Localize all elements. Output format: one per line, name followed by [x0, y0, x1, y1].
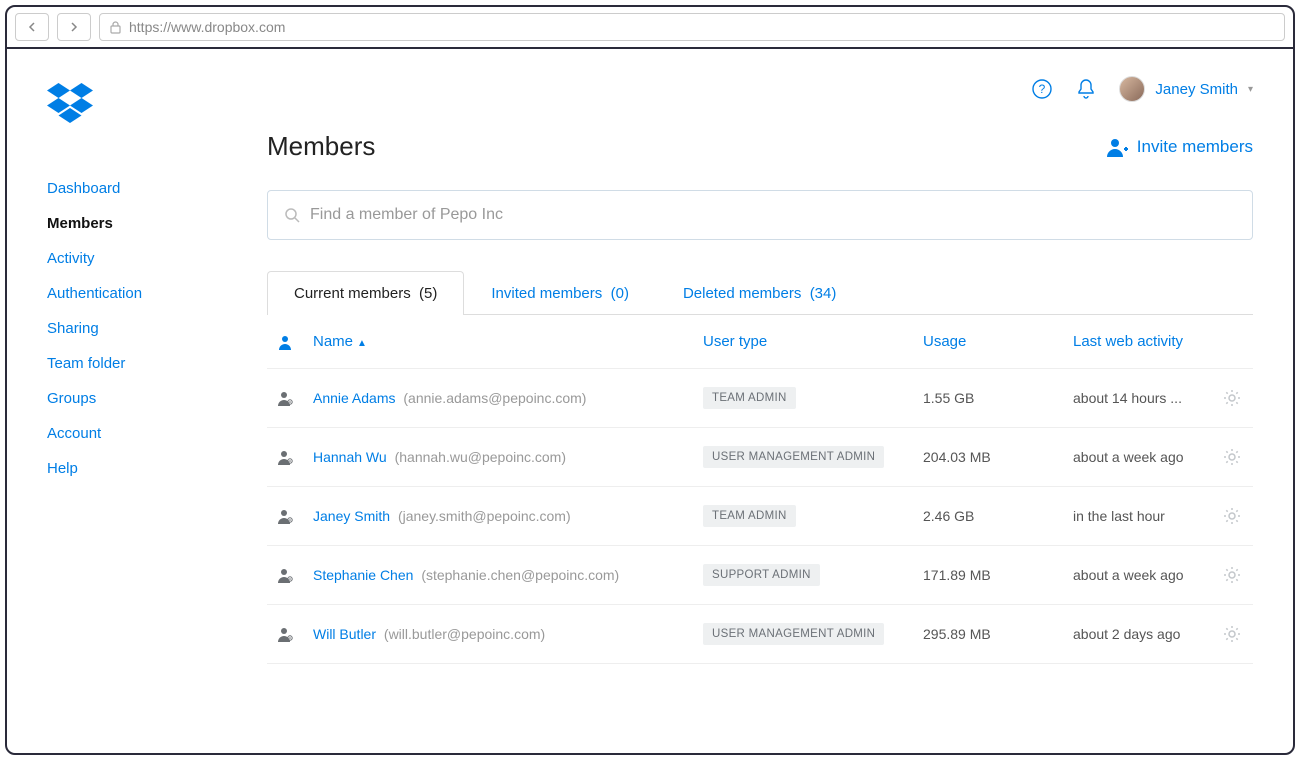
- table-row: Annie Adams (annie.adams@pepoinc.com) TEA…: [267, 369, 1253, 428]
- last-activity-value: about a week ago: [1073, 567, 1184, 583]
- column-header-last-activity[interactable]: Last web activity: [1063, 315, 1213, 369]
- user-type-badge: SUPPORT ADMIN: [703, 564, 820, 586]
- column-header-person-icon[interactable]: [267, 315, 303, 369]
- member-email: (annie.adams@pepoinc.com): [403, 390, 586, 406]
- person-admin-icon: [277, 626, 293, 642]
- user-name: Janey Smith: [1155, 81, 1238, 98]
- usage-value: 204.03 MB: [923, 449, 991, 465]
- sidebar-item-dashboard[interactable]: Dashboard: [47, 171, 227, 206]
- usage-value: 2.46 GB: [923, 508, 974, 524]
- browser-back-button[interactable]: [15, 13, 49, 41]
- member-name-link[interactable]: Stephanie Chen: [313, 567, 413, 583]
- member-email: (stephanie.chen@pepoinc.com): [421, 567, 619, 583]
- user-type-badge: USER MANAGEMENT ADMIN: [703, 623, 884, 645]
- search-box[interactable]: [267, 190, 1253, 240]
- member-email: (will.butler@pepoinc.com): [384, 626, 545, 642]
- last-activity-value: in the last hour: [1073, 508, 1165, 524]
- column-header-usage[interactable]: Usage: [913, 315, 1063, 369]
- sidebar: Dashboard Members Activity Authenticatio…: [7, 49, 227, 753]
- invite-members-label: Invite members: [1137, 137, 1253, 157]
- help-icon[interactable]: ?: [1031, 78, 1053, 100]
- person-plus-icon: [1107, 137, 1129, 157]
- member-name-link[interactable]: Hannah Wu: [313, 449, 387, 465]
- table-row: Will Butler (will.butler@pepoinc.com) USE…: [267, 605, 1253, 664]
- tab-count: (34): [810, 285, 837, 302]
- lock-icon: [110, 21, 121, 34]
- sidebar-item-authentication[interactable]: Authentication: [47, 276, 227, 311]
- browser-toolbar: https://www.dropbox.com: [7, 7, 1293, 49]
- member-name-link[interactable]: Will Butler: [313, 626, 376, 642]
- bell-icon[interactable]: [1075, 78, 1097, 100]
- last-activity-value: about 2 days ago: [1073, 626, 1180, 642]
- sidebar-item-account[interactable]: Account: [47, 416, 227, 451]
- gear-icon[interactable]: [1223, 625, 1243, 643]
- search-icon: [284, 207, 300, 223]
- dropbox-logo-icon[interactable]: [47, 83, 227, 123]
- person-admin-icon: [277, 449, 293, 465]
- sidebar-item-sharing[interactable]: Sharing: [47, 311, 227, 346]
- members-table: Name▲ User type Usage Last web activity …: [267, 315, 1253, 664]
- member-name-link[interactable]: Annie Adams: [313, 390, 396, 406]
- avatar: [1119, 76, 1145, 102]
- browser-forward-button[interactable]: [57, 13, 91, 41]
- column-header-name[interactable]: Name▲: [303, 315, 693, 369]
- sidebar-item-activity[interactable]: Activity: [47, 241, 227, 276]
- tab-invited-members[interactable]: Invited members (0): [464, 271, 656, 315]
- gear-icon[interactable]: [1223, 389, 1243, 407]
- invite-members-button[interactable]: Invite members: [1107, 137, 1253, 157]
- browser-url-text: https://www.dropbox.com: [129, 19, 285, 35]
- user-menu[interactable]: Janey Smith ▾: [1119, 76, 1253, 102]
- browser-url-bar[interactable]: https://www.dropbox.com: [99, 13, 1285, 41]
- tab-count: (0): [611, 285, 629, 302]
- page-title: Members: [267, 131, 375, 162]
- tab-label: Deleted members: [683, 285, 801, 302]
- table-row: Hannah Wu (hannah.wu@pepoinc.com) USER MA…: [267, 428, 1253, 487]
- gear-icon[interactable]: [1223, 566, 1243, 584]
- svg-text:?: ?: [1039, 82, 1046, 96]
- person-admin-icon: [277, 567, 293, 583]
- last-activity-value: about a week ago: [1073, 449, 1184, 465]
- member-email: (hannah.wu@pepoinc.com): [395, 449, 566, 465]
- person-admin-icon: [277, 508, 293, 524]
- user-type-badge: USER MANAGEMENT ADMIN: [703, 446, 884, 468]
- user-type-badge: TEAM ADMIN: [703, 505, 796, 527]
- member-name-link[interactable]: Janey Smith: [313, 508, 390, 524]
- tab-current-members[interactable]: Current members (5): [267, 271, 464, 315]
- tab-label: Current members: [294, 285, 411, 302]
- sidebar-item-groups[interactable]: Groups: [47, 381, 227, 416]
- tabs: Current members (5) Invited members (0) …: [267, 270, 1253, 315]
- person-admin-icon: [277, 390, 293, 406]
- tab-count: (5): [419, 285, 437, 302]
- last-activity-value: about 14 hours ...: [1073, 390, 1182, 406]
- tab-label: Invited members: [491, 285, 602, 302]
- sort-ascending-icon: ▲: [357, 338, 367, 349]
- sidebar-item-team-folder[interactable]: Team folder: [47, 346, 227, 381]
- column-header-user-type[interactable]: User type: [693, 315, 913, 369]
- gear-icon[interactable]: [1223, 448, 1243, 466]
- topbar: ? Janey Smith ▾: [267, 69, 1253, 109]
- sidebar-item-members[interactable]: Members: [47, 206, 227, 241]
- chevron-down-icon: ▾: [1248, 84, 1253, 95]
- main-panel: ? Janey Smith ▾ Members Invite membe: [227, 49, 1293, 753]
- usage-value: 171.89 MB: [923, 567, 991, 583]
- browser-frame: https://www.dropbox.com Dashboard Member…: [5, 5, 1295, 755]
- sidebar-item-help[interactable]: Help: [47, 451, 227, 486]
- usage-value: 1.55 GB: [923, 390, 974, 406]
- page-header: Members Invite members: [267, 131, 1253, 162]
- member-email: (janey.smith@pepoinc.com): [398, 508, 571, 524]
- table-row: Janey Smith (janey.smith@pepoinc.com) TEA…: [267, 487, 1253, 546]
- sidebar-nav: Dashboard Members Activity Authenticatio…: [47, 171, 227, 486]
- usage-value: 295.89 MB: [923, 626, 991, 642]
- app-content: Dashboard Members Activity Authenticatio…: [7, 49, 1293, 753]
- search-input[interactable]: [310, 206, 1236, 224]
- user-type-badge: TEAM ADMIN: [703, 387, 796, 409]
- gear-icon[interactable]: [1223, 507, 1243, 525]
- table-row: Stephanie Chen (stephanie.chen@pepoinc.c…: [267, 546, 1253, 605]
- tab-deleted-members[interactable]: Deleted members (34): [656, 271, 863, 315]
